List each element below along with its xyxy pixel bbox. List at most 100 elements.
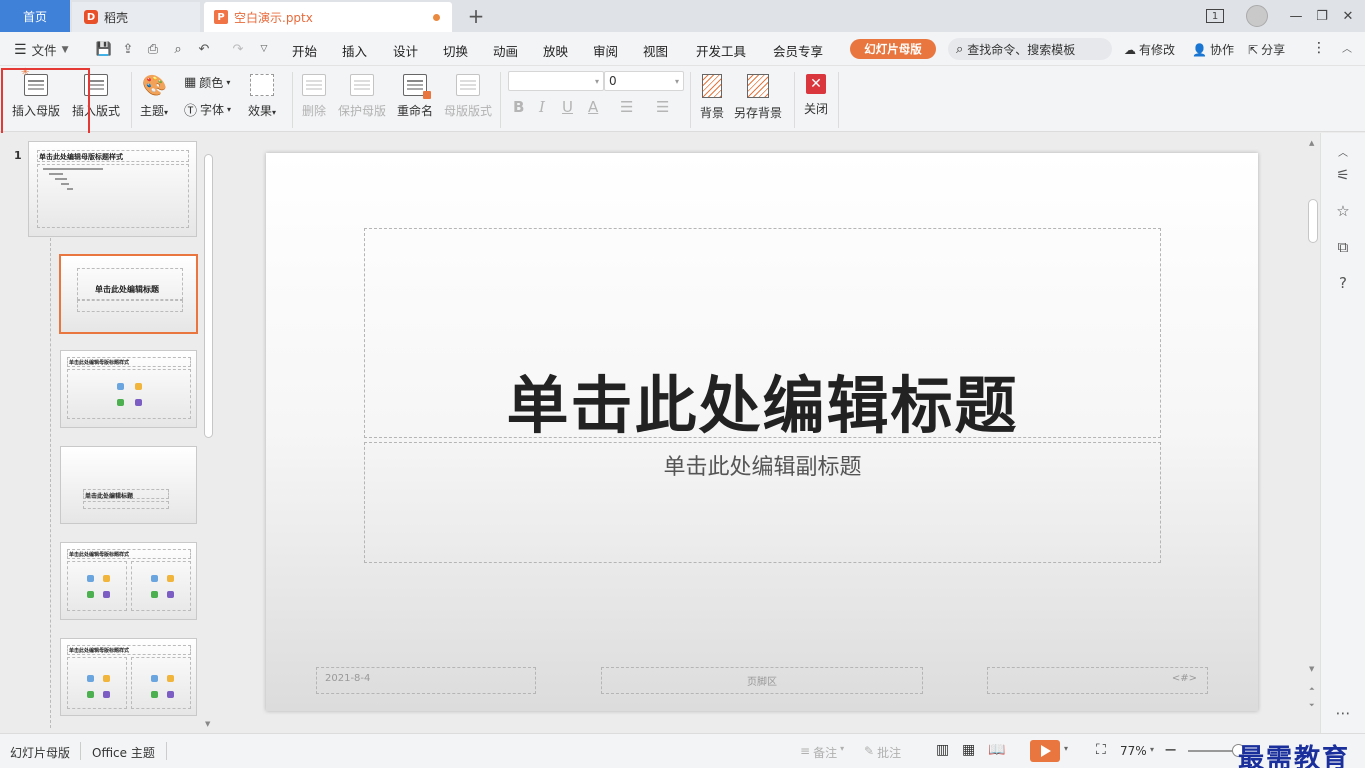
export-icon[interactable]: ⇪ bbox=[120, 41, 136, 57]
menu-slideshow[interactable]: 放映 bbox=[543, 41, 568, 60]
italic-button[interactable]: I bbox=[539, 98, 545, 116]
settings-sliders-icon[interactable]: ⚟ bbox=[1333, 165, 1353, 185]
prev-page-icon[interactable]: ⏶ bbox=[1309, 685, 1315, 694]
table-icon bbox=[151, 591, 158, 598]
delete-button[interactable]: 删除 bbox=[302, 74, 326, 119]
font-color-button[interactable]: A bbox=[588, 98, 598, 116]
canvas-scrollbar[interactable]: ▲ ▼ ⏶ ⏷ bbox=[1306, 133, 1320, 733]
more-vertical-icon[interactable]: ⋮ bbox=[1312, 40, 1326, 56]
menu-member[interactable]: 会员专享 bbox=[773, 41, 823, 60]
zoom-level[interactable]: 77% bbox=[1120, 744, 1147, 758]
scroll-down-arrow-icon[interactable]: ▼ bbox=[1309, 665, 1314, 673]
normal-view-icon[interactable]: ▥ bbox=[936, 742, 949, 758]
layout-thumbnail-content[interactable]: 单击此处编辑母版标题样式 bbox=[60, 350, 197, 428]
font-name-select[interactable]: ▾ bbox=[508, 71, 604, 91]
title-placeholder[interactable]: 单击此处编辑标题 bbox=[364, 228, 1161, 442]
slides-panel-icon[interactable]: ⧉ bbox=[1333, 237, 1353, 257]
close-master-button[interactable]: ✕ 关闭 bbox=[804, 74, 828, 117]
scroll-up-arrow-icon[interactable]: ▲ bbox=[1309, 139, 1314, 147]
slide[interactable]: 单击此处编辑标题 单击此处编辑副标题 2021-8-4 页脚区 <#> bbox=[266, 153, 1258, 711]
numbered-list-icon[interactable]: ☰ bbox=[656, 98, 669, 116]
command-search[interactable]: ⌕ 查找命令、搜索模板 bbox=[948, 38, 1112, 60]
scroll-down-arrow-icon[interactable]: ▼ bbox=[205, 720, 210, 728]
collapse-ribbon-icon[interactable]: ︿ bbox=[1342, 40, 1352, 55]
modified-status[interactable]: ☁ 有修改 bbox=[1124, 41, 1175, 58]
subtitle-placeholder[interactable]: 单击此处编辑副标题 bbox=[364, 442, 1161, 563]
thumb-title-placeholder bbox=[67, 549, 191, 559]
next-page-icon[interactable]: ⏷ bbox=[1309, 701, 1315, 710]
zoom-options-chevron-icon[interactable]: ▾ bbox=[1150, 745, 1154, 754]
tab-daoke[interactable]: D 稻壳 bbox=[72, 2, 200, 32]
minimize-icon[interactable]: — bbox=[1288, 6, 1304, 26]
date-placeholder[interactable]: 2021-8-4 bbox=[316, 667, 536, 694]
font-size-select[interactable]: 0 ▾ bbox=[604, 71, 684, 91]
thumb-body-placeholder bbox=[67, 657, 127, 709]
close-window-icon[interactable]: ✕ bbox=[1340, 6, 1356, 26]
background-button[interactable]: 背景 bbox=[700, 74, 724, 121]
bold-button[interactable]: B bbox=[513, 98, 524, 116]
canvas-scrollbar-thumb[interactable] bbox=[1308, 199, 1318, 243]
play-options-chevron-icon[interactable]: ▾ bbox=[1064, 744, 1068, 753]
quick-access-more-icon[interactable]: ▽ bbox=[256, 41, 272, 57]
layout-thumbnail-two-content[interactable]: 单击此处编辑母版标题样式 bbox=[60, 542, 197, 620]
save-background-button[interactable]: 另存背景 bbox=[734, 74, 782, 121]
bullet-list-icon[interactable]: ☰ bbox=[620, 98, 633, 116]
notes-button[interactable]: ≡ 备注 ▾ bbox=[800, 744, 844, 761]
underline-button[interactable]: U bbox=[562, 98, 573, 116]
slide-footer: 页脚区 bbox=[747, 677, 777, 688]
thumb-subtitle-placeholder bbox=[77, 300, 183, 312]
menu-transition[interactable]: 切换 bbox=[443, 41, 468, 60]
save-icon[interactable]: 💾 bbox=[96, 41, 112, 57]
theme-label-wrap: 主题▾ bbox=[140, 102, 168, 119]
effect-button[interactable]: 效果▾ bbox=[248, 74, 276, 119]
menu-view[interactable]: 视图 bbox=[643, 41, 668, 60]
help-icon[interactable]: ? bbox=[1333, 273, 1353, 293]
sidebar-collapse-icon[interactable]: ︿ bbox=[1333, 141, 1353, 161]
menu-review[interactable]: 审阅 bbox=[593, 41, 618, 60]
collaborate-button[interactable]: 👤 协作 bbox=[1192, 41, 1234, 58]
user-avatar[interactable] bbox=[1246, 5, 1268, 27]
thumbnail-scrollbar-thumb[interactable] bbox=[204, 154, 213, 438]
comments-button[interactable]: ✎ 批注 bbox=[864, 744, 901, 761]
restore-icon[interactable]: ❐ bbox=[1314, 6, 1330, 26]
theme-button[interactable]: 🎨 主题▾ bbox=[140, 74, 168, 119]
color-button[interactable]: ▦ 颜色 ▾ bbox=[184, 74, 230, 91]
play-slideshow-button[interactable] bbox=[1030, 740, 1060, 762]
layout-thumbnail-comparison[interactable]: 单击此处编辑母版标题样式 bbox=[60, 638, 197, 716]
file-menu[interactable]: ☰ 文件 ▼ bbox=[14, 40, 69, 59]
share-button[interactable]: ⇱ 分享 bbox=[1248, 41, 1285, 58]
ribbon-divider bbox=[292, 72, 293, 128]
footer-placeholder[interactable]: 页脚区 bbox=[601, 667, 923, 694]
protect-master-button[interactable]: 保护母版 bbox=[338, 74, 386, 119]
rename-button[interactable]: 重命名 bbox=[397, 74, 433, 119]
star-pin-icon[interactable]: ☆ bbox=[1333, 201, 1353, 221]
layout-thumbnail-title[interactable]: 单击此处编辑标题 bbox=[59, 254, 198, 334]
menu-design[interactable]: 设计 bbox=[393, 41, 418, 60]
master-layout-label: 母版版式 bbox=[444, 104, 493, 118]
tab-document[interactable]: P 空白演示.pptx bbox=[204, 2, 452, 32]
grid-view-icon[interactable]: ▦ bbox=[962, 742, 975, 758]
layout-thumbnail-section[interactable]: 单击此处编辑标题 bbox=[60, 446, 197, 524]
thumb-body-placeholder bbox=[67, 561, 127, 611]
undo-icon[interactable]: ↶ bbox=[196, 41, 212, 57]
thumbnail-scrollbar[interactable]: ▼ bbox=[203, 150, 214, 728]
font-button[interactable]: Ⓣ 字体 ▾ bbox=[184, 100, 231, 119]
window-switch-button[interactable]: 1 bbox=[1204, 6, 1226, 26]
tab-home[interactable]: 首页 bbox=[0, 0, 70, 32]
master-thumbnail[interactable]: 单击此处编辑母版标题样式 bbox=[28, 141, 197, 237]
reading-view-icon[interactable]: 📖 bbox=[988, 742, 1005, 758]
menu-developer[interactable]: 开发工具 bbox=[696, 41, 746, 60]
fit-to-window-icon[interactable]: ⛶ bbox=[1096, 742, 1106, 758]
tab-slide-master[interactable]: 幻灯片母版 bbox=[850, 39, 936, 59]
print-icon[interactable]: ⎙ bbox=[145, 41, 161, 57]
redo-icon[interactable]: ↷ bbox=[230, 41, 246, 57]
more-horizontal-icon[interactable]: ⋯ bbox=[1333, 703, 1353, 723]
menu-home[interactable]: 开始 bbox=[292, 41, 317, 60]
menu-insert[interactable]: 插入 bbox=[342, 41, 367, 60]
new-tab-plus-icon[interactable]: + bbox=[464, 4, 488, 28]
master-layout-button[interactable]: 母版版式 bbox=[444, 74, 492, 119]
menu-animation[interactable]: 动画 bbox=[493, 41, 518, 60]
zoom-out-icon[interactable]: − bbox=[1164, 740, 1177, 759]
page-number-placeholder[interactable]: <#> bbox=[987, 667, 1208, 694]
print-preview-icon[interactable]: ⌕ bbox=[170, 41, 186, 57]
